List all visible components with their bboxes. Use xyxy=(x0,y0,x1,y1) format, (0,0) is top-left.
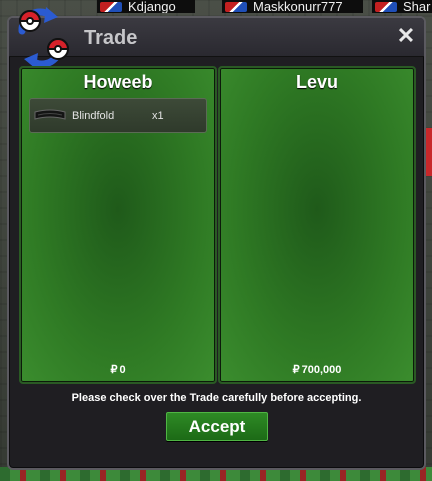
player-nameplate[interactable]: Shar xyxy=(372,0,432,13)
trade-logo-icon xyxy=(18,7,70,69)
player-name: Shar xyxy=(403,0,431,13)
window-title: Trade xyxy=(84,27,138,49)
player-name: Maskkonurr777 xyxy=(253,0,343,13)
my-offer-panel: Howeeb Blindfold x1 ₽0 xyxy=(19,66,217,384)
trade-item[interactable]: Blindfold x1 xyxy=(29,98,207,133)
pokeball-icon xyxy=(100,1,122,12)
player-nameplate[interactable]: Maskkonurr777 xyxy=(222,0,363,13)
partner-offer-panel: Levu ₽700,000 xyxy=(218,66,416,384)
pokeball-icon xyxy=(375,1,397,12)
currency-symbol: ₽ xyxy=(110,364,118,376)
player-nameplate[interactable]: Kdjango xyxy=(97,0,195,13)
currency-symbol: ₽ xyxy=(292,364,300,376)
trade-window: Trade ✕ Howeeb Blindfold x1 ₽0 Levu ₽ 70… xyxy=(7,7,426,470)
money-offer: ₽0 xyxy=(21,363,215,376)
trader-name: Levu xyxy=(295,72,338,92)
item-name: Blindfold xyxy=(72,109,115,122)
item-quantity: x1 xyxy=(152,109,164,122)
money-amount: 0 xyxy=(119,364,126,376)
money-amount: 700,000 xyxy=(301,364,342,376)
pokeball-icon xyxy=(225,1,247,12)
blindfold-icon xyxy=(34,109,66,120)
close-button[interactable]: ✕ xyxy=(396,24,416,48)
accept-button[interactable]: Accept xyxy=(166,412,268,441)
trade-notice: Please check over the Trade carefully be… xyxy=(71,392,362,404)
money-offer: ₽700,000 xyxy=(220,363,414,376)
player-name: Kdjango xyxy=(128,0,176,13)
trader-name: Howeeb xyxy=(83,72,153,92)
